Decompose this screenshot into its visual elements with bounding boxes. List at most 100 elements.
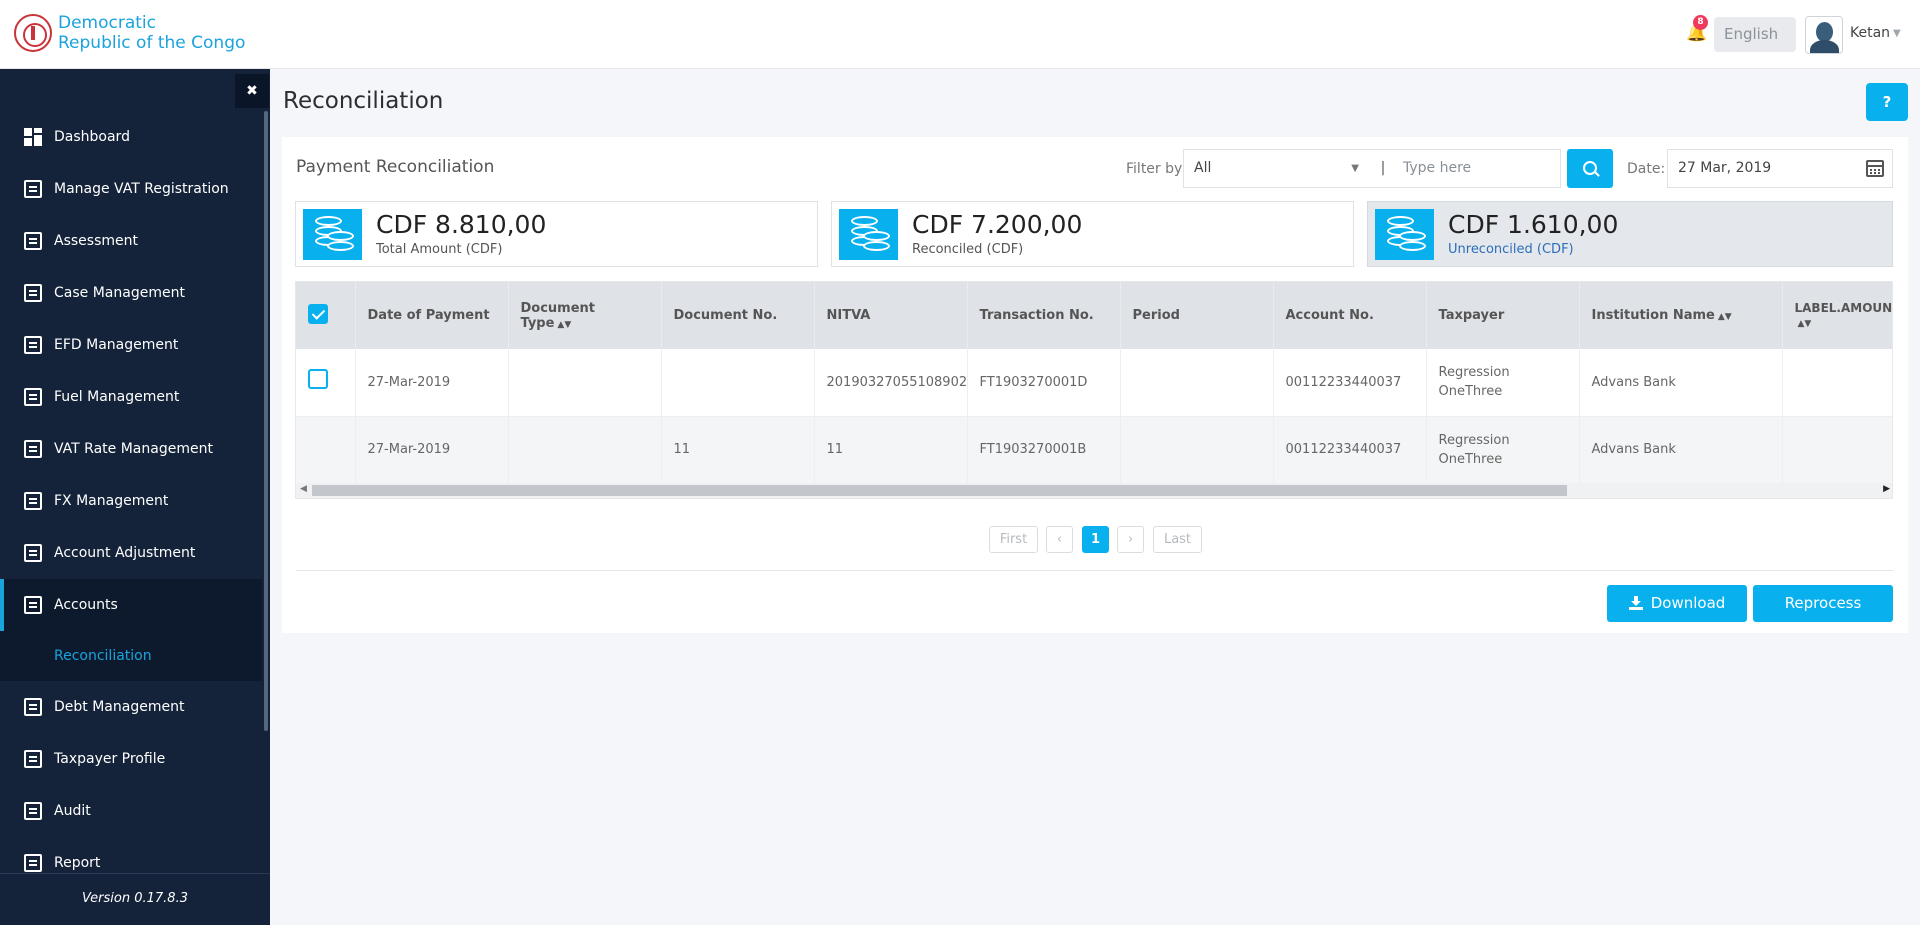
efd-icon	[24, 336, 42, 354]
download-label: Download	[1650, 594, 1726, 612]
select-all-checkbox[interactable]	[308, 303, 328, 324]
column-label: Institution Name	[1591, 308, 1715, 323]
coins-icon	[1375, 209, 1434, 260]
sidebar-item-label: Audit	[54, 803, 91, 819]
row-checkbox[interactable]	[308, 369, 328, 390]
registration-icon	[24, 180, 42, 198]
sidebar-item-dashboard[interactable]: Dashboard	[0, 111, 262, 163]
unreconciled-card[interactable]: CDF 1.610,00 Unreconciled (CDF)	[1367, 201, 1893, 267]
brand-line-2: Republic of the Congo	[58, 33, 246, 53]
audit-icon	[24, 802, 42, 820]
cell-account: 00112233440037	[1273, 416, 1427, 484]
sort-icon[interactable]: ▲▼	[1798, 316, 1893, 332]
sidebar-item-taxpayer-profile[interactable]: Taxpayer Profile	[0, 733, 262, 785]
reprocess-button[interactable]: Reprocess	[1753, 585, 1893, 622]
cell-date: 27-Mar-2019	[355, 349, 509, 417]
date-label: Date:	[1627, 161, 1666, 177]
column-header: Document No.	[661, 282, 815, 349]
sidebar-scrollbar[interactable]	[264, 111, 268, 731]
pagination-current[interactable]: 1	[1082, 526, 1109, 553]
column-header: Transaction No.	[967, 282, 1121, 349]
search-input[interactable]: Type here	[1393, 149, 1561, 188]
dashboard-icon	[24, 128, 42, 146]
panel-title: Payment Reconciliation	[296, 157, 495, 177]
sidebar-item-vat-rate-management[interactable]: VAT Rate Management	[0, 423, 262, 475]
column-header: Taxpayer	[1426, 282, 1580, 349]
search-button[interactable]	[1567, 149, 1613, 188]
language-selector[interactable]: English	[1714, 17, 1796, 52]
cell-date: 27-Mar-2019	[355, 416, 509, 484]
date-value: 27 Mar, 2019	[1678, 160, 1772, 176]
table-header-row: Date of Payment Document Type ▲▼ Document…	[296, 282, 1893, 349]
scrollbar-thumb[interactable]	[312, 485, 1567, 496]
cell-institution: Advans Bank	[1579, 416, 1783, 484]
cell-doc-no	[661, 349, 815, 417]
sidebar-item-case-management[interactable]: Case Management	[0, 267, 262, 319]
sidebar-item-label: Account Adjustment	[54, 545, 196, 561]
scroll-right-icon[interactable]: ▶	[1883, 484, 1890, 494]
row-select-cell	[296, 416, 356, 484]
chevron-down-icon: ▼	[1351, 163, 1359, 174]
cell-doc-type	[508, 349, 662, 417]
sidebar-item-audit[interactable]: Audit	[0, 785, 262, 837]
assessment-icon	[24, 232, 42, 250]
sidebar-item-debt-management[interactable]: Debt Management	[0, 681, 262, 733]
pagination-last[interactable]: Last	[1153, 526, 1202, 553]
accounts-icon	[24, 596, 42, 614]
download-button[interactable]: Download	[1607, 585, 1747, 622]
fuel-icon	[24, 388, 42, 406]
total-amount-card: CDF 8.810,00 Total Amount (CDF)	[295, 201, 818, 267]
card-label: Total Amount (CDF)	[376, 242, 503, 257]
sidebar-item-manage-vat-registration[interactable]: Manage VAT Registration	[0, 163, 262, 215]
pagination-next[interactable]: ›	[1117, 526, 1144, 553]
brand-name[interactable]: Democratic Republic of the Congo	[58, 13, 245, 53]
amount-value: 80	[1806, 440, 1893, 459]
user-avatar[interactable]	[1805, 16, 1843, 54]
column-header-sortable[interactable]: LABEL.AMOUNTI▲▼	[1782, 282, 1893, 349]
filter-select[interactable]: All ▼	[1183, 149, 1373, 188]
sort-icon[interactable]: ▲▼	[557, 320, 571, 330]
filter-separator: |	[1373, 149, 1393, 188]
table-horizontal-scrollbar[interactable]: ◀ ▶	[296, 483, 1892, 498]
sidebar-item-label: Dashboard	[54, 129, 130, 145]
select-all-cell	[296, 282, 356, 349]
user-name[interactable]: Ketan	[1850, 25, 1890, 41]
help-button[interactable]: ?	[1866, 83, 1908, 121]
sort-icon[interactable]: ▲▼	[1718, 312, 1732, 322]
pagination-first[interactable]: First	[989, 526, 1038, 553]
column-header-sortable[interactable]: Document Type ▲▼	[508, 282, 662, 349]
cell-transaction: FT1903270001D	[967, 349, 1121, 417]
pagination-prev[interactable]: ‹	[1046, 526, 1073, 553]
sidebar-item-account-adjustment[interactable]: Account Adjustment	[0, 527, 262, 579]
card-amount: CDF 8.810,00	[376, 210, 547, 239]
sidebar-subitem-reconciliation[interactable]: Reconciliation	[0, 631, 262, 681]
column-header-sortable[interactable]: Institution Name ▲▼	[1579, 282, 1783, 349]
sidebar-item-fx-management[interactable]: FX Management	[0, 475, 262, 527]
cell-nitva: 11	[814, 416, 968, 484]
cell-amount: 80	[1782, 416, 1893, 484]
taxpayer-icon	[24, 750, 42, 768]
reconciled-card: CDF 7.200,00 Reconciled (CDF)	[831, 201, 1354, 267]
caret-down-icon[interactable]: ▼	[1893, 28, 1901, 39]
sidebar-item-efd-management[interactable]: EFD Management	[0, 319, 262, 371]
sidebar-item-label: Assessment	[54, 233, 138, 249]
adjustment-icon	[24, 544, 42, 562]
debt-icon	[24, 698, 42, 716]
cell-taxpayer: Regression OneThree	[1426, 349, 1580, 417]
calendar-icon[interactable]	[1866, 160, 1884, 177]
sidebar-item-accounts[interactable]: Accounts	[0, 579, 262, 631]
table-row[interactable]: 27-Mar-2019 11 11 FT1903270001B 00112233…	[296, 416, 1893, 484]
sidebar-collapse-icon[interactable]: ✖	[235, 74, 269, 108]
report-icon	[24, 854, 42, 872]
sidebar-item-assessment[interactable]: Assessment	[0, 215, 262, 267]
column-label: LABEL.AMOUNTI	[1794, 300, 1893, 315]
date-field[interactable]: 27 Mar, 2019	[1667, 149, 1893, 188]
download-icon	[1628, 596, 1643, 610]
sidebar-item-fuel-management[interactable]: Fuel Management	[0, 371, 262, 423]
sidebar-item-label: Debt Management	[54, 699, 185, 715]
fx-icon	[24, 492, 42, 510]
emblem-logo[interactable]	[14, 14, 52, 52]
table-row[interactable]: 27-Mar-2019 20190327055108902 FT19032700…	[296, 349, 1892, 417]
sidebar-item-label: Case Management	[54, 285, 185, 301]
scroll-left-icon[interactable]: ◀	[300, 484, 307, 494]
